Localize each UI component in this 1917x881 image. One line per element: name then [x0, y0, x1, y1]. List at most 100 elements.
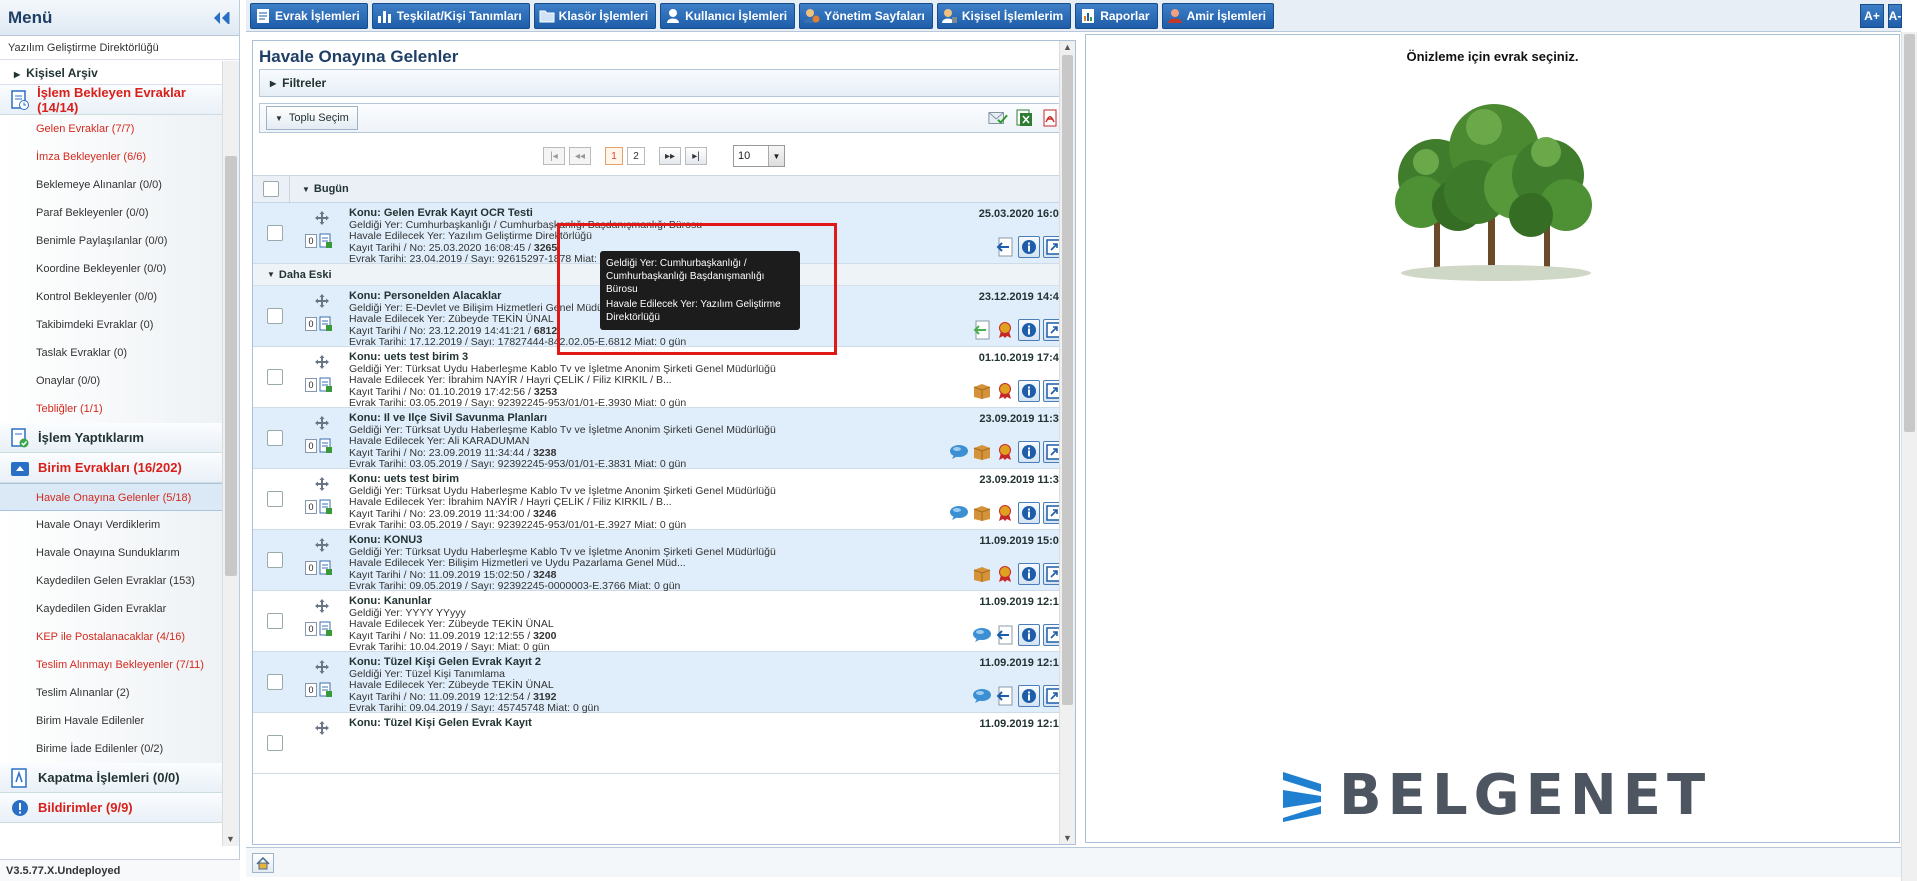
sidebar-scroll-thumb[interactable] [225, 156, 237, 576]
toolbar-button-1[interactable]: Teşkilat/Kişi Tanımları [371, 2, 530, 29]
document-preview-icon[interactable] [319, 233, 333, 249]
table-row[interactable]: Konu: Tüzel Kişi Gelen Evrak Kayıt 11.09.… [253, 713, 1075, 774]
sidebar-section-notifications[interactable]: Bildirimler (9/9) [0, 793, 222, 823]
toolbar-button-0[interactable]: Evrak İşlemleri [250, 2, 368, 29]
list-scrollbar[interactable]: ▲ ▼ [1059, 41, 1075, 844]
move-icon[interactable] [315, 211, 329, 228]
document-preview-icon[interactable] [319, 438, 333, 454]
sidebar-item-unit-4[interactable]: Kaydedilen Giden Evraklar [0, 595, 222, 623]
document-preview-icon[interactable] [319, 499, 333, 515]
home-icon[interactable] [252, 853, 274, 873]
sidebar-item-unit-9[interactable]: Birime İade Edilenler (0/2) [0, 735, 222, 763]
move-icon[interactable] [315, 660, 329, 677]
row-checkbox[interactable] [267, 735, 283, 751]
toolbar-button-5[interactable]: Kişisel İşlemlerim [936, 2, 1072, 29]
ribbon-icon[interactable] [995, 503, 1015, 523]
next-page-button[interactable]: ▸▸ [659, 147, 681, 165]
row-checkbox[interactable] [267, 225, 283, 241]
window-scroll-thumb[interactable] [1904, 34, 1915, 432]
sidebar-item-pending-6[interactable]: Kontrol Bekleyenler (0/0) [0, 283, 222, 311]
package-icon[interactable] [972, 442, 992, 462]
group-today-header[interactable]: ▼ Bugün [302, 183, 349, 195]
package-icon[interactable] [972, 381, 992, 401]
sidebar-item-unit-6[interactable]: Teslim Alınmayı Bekleyenler (7/11) [0, 651, 222, 679]
move-icon[interactable] [315, 599, 329, 616]
last-page-button[interactable]: ▸| [685, 147, 707, 165]
sidebar-item-personal-archive[interactable]: ▶ Kişisel Arşiv [0, 61, 222, 85]
return-icon[interactable] [995, 625, 1015, 645]
info-icon[interactable] [1018, 319, 1040, 341]
sidebar-item-unit-0[interactable]: Havale Onayına Gelenler (5/18) [0, 483, 222, 511]
move-icon[interactable] [315, 538, 329, 555]
ribbon-icon[interactable] [995, 564, 1015, 584]
sidebar-scrollbar[interactable]: ▼ [222, 61, 239, 846]
sidebar-item-pending-10[interactable]: Tebliğler (1/1) [0, 395, 222, 423]
pdf-export-icon[interactable] [1040, 108, 1060, 128]
toolbar-button-4[interactable]: Yönetim Sayfaları [799, 2, 933, 29]
sidebar-item-unit-7[interactable]: Teslim Alınanlar (2) [0, 679, 222, 707]
list-scroll-thumb[interactable] [1062, 55, 1073, 705]
sidebar-item-pending-8[interactable]: Taslak Evraklar (0) [0, 339, 222, 367]
sidebar-item-unit-3[interactable]: Kaydedilen Gelen Evraklar (153) [0, 567, 222, 595]
sidebar-item-pending-7[interactable]: Takibimdeki Evraklar (0) [0, 311, 222, 339]
document-preview-icon[interactable] [319, 682, 333, 698]
info-icon[interactable] [1018, 236, 1040, 258]
scroll-down-icon[interactable]: ▼ [1063, 833, 1072, 843]
move-icon[interactable] [315, 477, 329, 494]
comment-icon[interactable] [949, 442, 969, 462]
return-icon[interactable] [995, 686, 1015, 706]
font-increase-button[interactable]: A+ [1860, 4, 1884, 28]
sidebar-section-closing[interactable]: Kapatma İşlemleri (0/0) [0, 763, 222, 793]
comment-icon[interactable] [949, 503, 969, 523]
info-icon[interactable] [1018, 441, 1040, 463]
row-checkbox[interactable] [267, 430, 283, 446]
sidebar-section-unit-docs[interactable]: Birim Evrakları (16/202) [0, 453, 222, 483]
move-icon[interactable] [315, 416, 329, 433]
document-preview-icon[interactable] [319, 316, 333, 332]
window-scrollbar[interactable] [1901, 32, 1917, 881]
collapse-sidebar-icon[interactable] [211, 10, 231, 26]
sidebar-item-pending-4[interactable]: Benimle Paylaşılanlar (0/0) [0, 227, 222, 255]
table-row[interactable]: 0 Konu: Tüzel Kişi Gelen Evrak Kayıt 2 Gel… [253, 652, 1075, 714]
table-row[interactable]: 0 Konu: KONU3 Geldiği Yer: Türksat Uydu Ha… [253, 530, 1075, 592]
bulk-select-button[interactable]: ▼ Toplu Seçim [266, 106, 358, 130]
page-size-select[interactable]: 10 ▼ [733, 145, 785, 167]
table-row[interactable]: 0 Konu: Kanunlar Geldiği Yer: YYYY YYyyy Ha… [253, 591, 1075, 653]
prev-page-button[interactable]: ◂◂ [569, 147, 591, 165]
row-checkbox[interactable] [267, 674, 283, 690]
move-icon[interactable] [315, 294, 329, 311]
package-icon[interactable] [972, 503, 992, 523]
comment-icon[interactable] [972, 625, 992, 645]
info-icon[interactable] [1018, 685, 1040, 707]
return-icon[interactable] [995, 237, 1015, 257]
font-decrease-button[interactable]: A- [1888, 4, 1902, 28]
scroll-up-icon[interactable]: ▲ [1063, 42, 1072, 52]
row-checkbox[interactable] [267, 552, 283, 568]
row-checkbox[interactable] [267, 491, 283, 507]
row-checkbox[interactable] [267, 308, 283, 324]
info-icon[interactable] [1018, 502, 1040, 524]
table-row[interactable]: 0 Konu: uets test birim 3 Geldiği Yer: Tür… [253, 347, 1075, 409]
select-all-checkbox[interactable] [263, 181, 279, 197]
ribbon-icon[interactable] [995, 381, 1015, 401]
move-icon[interactable] [315, 721, 329, 738]
toolbar-button-7[interactable]: Amir İşlemleri [1161, 2, 1274, 29]
sidebar-item-unit-2[interactable]: Havale Onayına Sunduklarım [0, 539, 222, 567]
sidebar-item-unit-1[interactable]: Havale Onayı Verdiklerim [0, 511, 222, 539]
document-preview-icon[interactable] [319, 377, 333, 393]
first-page-button[interactable]: |◂ [543, 147, 565, 165]
info-icon[interactable] [1018, 563, 1040, 585]
toolbar-button-6[interactable]: Raporlar [1075, 2, 1158, 29]
ribbon-icon[interactable] [995, 442, 1015, 462]
document-preview-icon[interactable] [319, 621, 333, 637]
document-preview-icon[interactable] [319, 560, 333, 576]
sidebar-item-unit-8[interactable]: Birim Havale Edilenler [0, 707, 222, 735]
ribbon-icon[interactable] [995, 320, 1015, 340]
mail-approve-icon[interactable] [988, 108, 1008, 128]
sidebar-section-done[interactable]: İşlem Yaptıklarım [0, 423, 222, 453]
sidebar-item-pending-1[interactable]: İmza Bekleyenler (6/6) [0, 143, 222, 171]
sidebar-item-unit-5[interactable]: KEP ile Postalanacaklar (4/16) [0, 623, 222, 651]
comment-icon[interactable] [972, 686, 992, 706]
return-green-icon[interactable] [972, 320, 992, 340]
toolbar-button-3[interactable]: Kullanıcı İşlemleri [660, 2, 796, 29]
